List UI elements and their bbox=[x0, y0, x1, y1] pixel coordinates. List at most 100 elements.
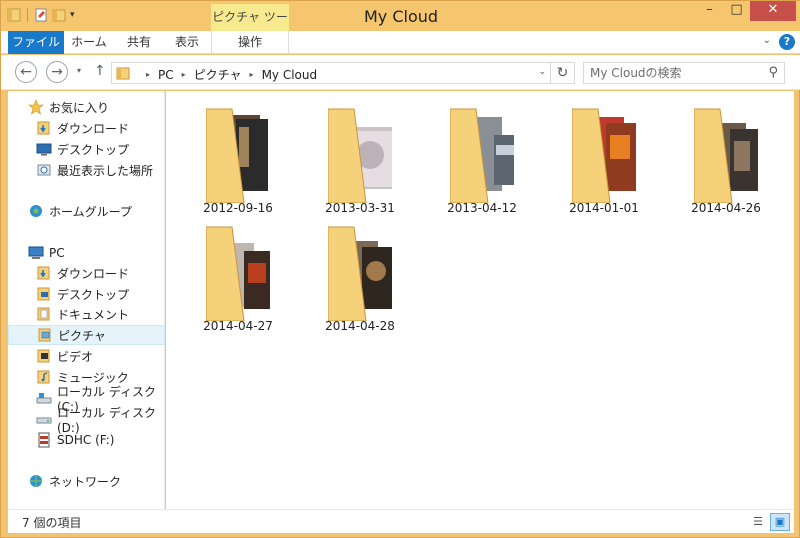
folder-name: 2013-04-12 bbox=[447, 201, 517, 215]
refresh-button[interactable]: ↻ bbox=[551, 62, 575, 84]
nav-pc-drive-d[interactable]: ローカル ディスク (D:) bbox=[8, 406, 165, 435]
hard-drive-icon bbox=[36, 417, 52, 424]
tab-manage[interactable]: 操作 bbox=[211, 31, 289, 54]
folder-item[interactable]: 2013-04-12 bbox=[432, 97, 532, 217]
navigation-bar: ← → ▾ ↑ ▸ PC ▸ ピクチャ ▸ My Cloud ⌄ ↻ ⚲ bbox=[1, 55, 800, 90]
nav-network-label: ネットワーク bbox=[49, 474, 122, 489]
search-input[interactable] bbox=[590, 65, 760, 81]
nav-pc[interactable]: PC bbox=[8, 243, 165, 263]
folder-name: 2013-03-31 bbox=[325, 201, 395, 215]
breadcrumb: ▸ PC ▸ ピクチャ ▸ My Cloud bbox=[138, 66, 317, 83]
nav-pc-pictures[interactable]: ピクチャ bbox=[8, 325, 165, 345]
videos-folder-icon bbox=[37, 349, 50, 363]
ribbon-tabs: ファイル ホーム 共有 表示 操作 ⌄ ? bbox=[1, 31, 800, 54]
search-box[interactable]: ⚲ bbox=[583, 62, 785, 84]
nav-homegroup[interactable]: ホームグループ bbox=[8, 201, 165, 221]
nav-pc-desktop[interactable]: デスクトップ bbox=[8, 284, 165, 304]
photo-folder-icon bbox=[206, 226, 270, 321]
photo-folder-icon bbox=[328, 226, 392, 321]
nav-favorites-downloads[interactable]: ダウンロード bbox=[8, 118, 165, 138]
nav-label: ドキュメント bbox=[57, 307, 130, 322]
nav-label: 最近表示した場所 bbox=[57, 163, 154, 178]
nav-pc-sdhc[interactable]: SDHC (F:) bbox=[8, 430, 165, 450]
breadcrumb-chevron-icon[interactable]: ▸ bbox=[182, 70, 186, 79]
close-button[interactable]: ✕ bbox=[750, 1, 796, 21]
recent-places-icon bbox=[37, 164, 51, 176]
photo-folder-icon bbox=[328, 108, 392, 203]
folder-name: 2014-01-01 bbox=[569, 201, 639, 215]
window-title: My Cloud bbox=[363, 7, 439, 26]
homegroup-icon bbox=[30, 205, 42, 217]
up-button[interactable]: ↑ bbox=[94, 63, 106, 79]
forward-button[interactable]: → bbox=[46, 61, 68, 83]
tab-view[interactable]: 表示 bbox=[167, 31, 207, 54]
file-list: 2012-09-16 2013-03-31 2013-04-12 2014-01… bbox=[166, 91, 794, 509]
tab-home[interactable]: ホーム bbox=[67, 31, 111, 54]
breadcrumb-my-cloud[interactable]: My Cloud bbox=[262, 68, 318, 82]
title-bar: ▾ ピクチャ ツール My Cloud – □ ✕ bbox=[1, 1, 800, 50]
folder-item[interactable]: 2014-04-28 bbox=[310, 215, 410, 335]
nav-label: ビデオ bbox=[57, 349, 94, 364]
address-bar[interactable]: ▸ PC ▸ ピクチャ ▸ My Cloud ⌄ bbox=[111, 62, 551, 84]
tab-file[interactable]: ファイル bbox=[8, 31, 64, 54]
breadcrumb-chevron-icon[interactable]: ▸ bbox=[146, 70, 150, 79]
folder-item[interactable]: 2014-01-01 bbox=[554, 97, 654, 217]
explorer-window: ▾ ピクチャ ツール My Cloud – □ ✕ ファイル ホーム 共有 表示… bbox=[0, 0, 800, 538]
breadcrumb-pc[interactable]: PC bbox=[158, 68, 174, 82]
back-button[interactable]: ← bbox=[15, 61, 37, 83]
nav-pc-downloads[interactable]: ダウンロード bbox=[8, 263, 165, 283]
nav-label: ダウンロード bbox=[57, 266, 130, 281]
downloads-folder-icon bbox=[37, 121, 50, 135]
music-folder-icon bbox=[37, 370, 50, 384]
nav-network[interactable]: ネットワーク bbox=[8, 471, 165, 491]
address-dropdown-icon[interactable]: ⌄ bbox=[538, 67, 546, 77]
computer-icon bbox=[28, 246, 44, 259]
nav-label: ピクチャ bbox=[58, 328, 106, 343]
nav-favorites-desktop[interactable]: デスクトップ bbox=[8, 139, 165, 159]
photo-folder-icon bbox=[206, 108, 268, 203]
folder-name: 2014-04-26 bbox=[691, 201, 761, 215]
star-icon bbox=[28, 99, 44, 115]
sd-card-icon bbox=[38, 432, 50, 448]
desktop-folder-icon bbox=[37, 287, 50, 301]
tab-share[interactable]: 共有 bbox=[117, 31, 161, 54]
nav-pc-label: PC bbox=[49, 246, 65, 260]
folder-item[interactable]: 2014-04-26 bbox=[676, 97, 776, 217]
downloads-folder-icon bbox=[37, 266, 50, 280]
nav-homegroup-label: ホームグループ bbox=[49, 204, 132, 219]
nav-favorites-recent-places[interactable]: 最近表示した場所 bbox=[8, 160, 165, 180]
help-icon[interactable]: ? bbox=[779, 34, 795, 50]
details-view-icon[interactable]: ☰ bbox=[748, 513, 768, 531]
folder-item[interactable]: 2014-04-27 bbox=[188, 215, 288, 335]
nav-pc-videos[interactable]: ビデオ bbox=[8, 346, 165, 366]
expand-ribbon-icon[interactable]: ⌄ bbox=[763, 35, 771, 46]
folder-name: 2012-09-16 bbox=[203, 201, 273, 215]
photo-folder-icon bbox=[572, 108, 636, 203]
pictures-folder-icon bbox=[38, 328, 51, 342]
maximize-button[interactable]: □ bbox=[723, 1, 750, 21]
breadcrumb-chevron-icon[interactable]: ▸ bbox=[250, 70, 254, 79]
navigation-pane: お気に入り ダウンロード デスクトップ 最近表示した場所 ホームグループ PC … bbox=[8, 91, 165, 509]
folder-item[interactable]: 2013-03-31 bbox=[310, 97, 410, 217]
nav-pc-documents[interactable]: ドキュメント bbox=[8, 304, 165, 324]
nav-label: デスクトップ bbox=[57, 287, 130, 302]
search-icon[interactable]: ⚲ bbox=[768, 65, 778, 80]
photo-folder-icon bbox=[694, 108, 758, 203]
network-icon bbox=[30, 475, 42, 487]
nav-favorites-label: お気に入り bbox=[49, 100, 110, 115]
nav-label: SDHC (F:) bbox=[57, 433, 115, 447]
documents-folder-icon bbox=[37, 307, 50, 321]
nav-favorites[interactable]: お気に入り bbox=[8, 97, 165, 117]
folder-name: 2014-04-28 bbox=[325, 319, 395, 333]
desktop-icon bbox=[36, 143, 52, 156]
window-controls: – □ ✕ bbox=[696, 1, 796, 21]
large-icons-view-icon[interactable]: ▣ bbox=[770, 513, 790, 531]
status-bar: 7 個の項目 ☰ ▣ bbox=[8, 509, 794, 533]
folder-item[interactable]: 2012-09-16 bbox=[188, 97, 288, 217]
nav-label: ダウンロード bbox=[57, 121, 130, 136]
breadcrumb-pictures[interactable]: ピクチャ bbox=[194, 66, 242, 83]
folder-icon bbox=[116, 67, 130, 80]
recent-locations-dropdown[interactable]: ▾ bbox=[77, 66, 81, 75]
nav-label: デスクトップ bbox=[57, 142, 130, 157]
minimize-button[interactable]: – bbox=[696, 1, 723, 21]
